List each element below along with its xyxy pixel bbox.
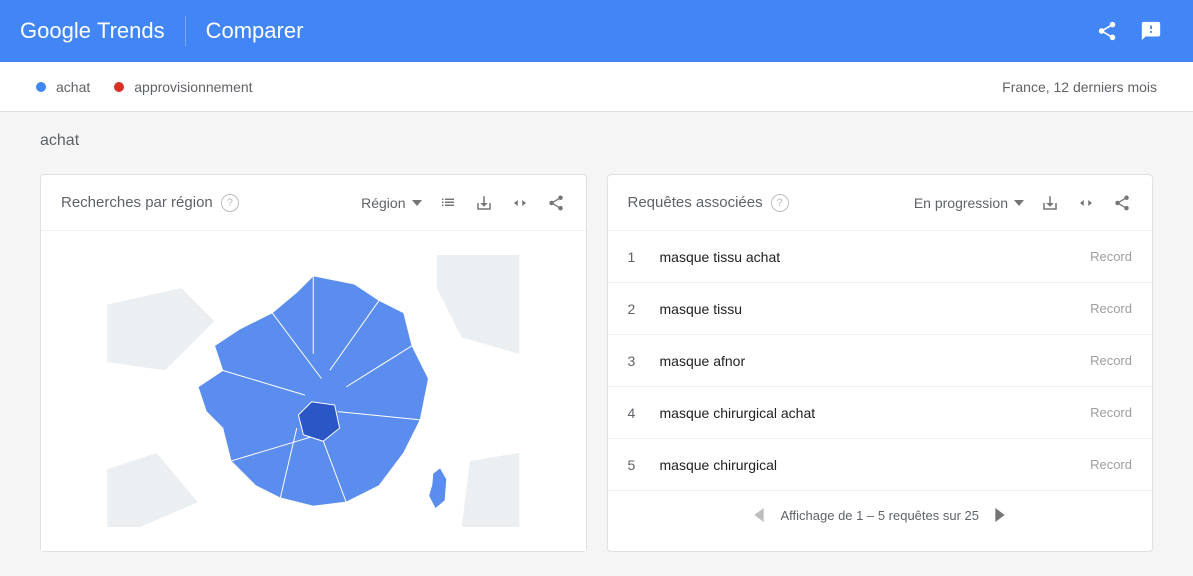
region-title-text: Recherches par région bbox=[61, 194, 213, 211]
prev-page-icon[interactable] bbox=[754, 508, 764, 522]
download-icon[interactable] bbox=[1040, 193, 1060, 213]
query-rank: 2 bbox=[628, 301, 652, 317]
france-map[interactable] bbox=[41, 231, 586, 551]
query-value: Record bbox=[1090, 405, 1132, 420]
query-text: masque afnor bbox=[652, 353, 1091, 369]
query-text: masque tissu bbox=[652, 301, 1091, 317]
query-row[interactable]: 5 masque chirurgical Record bbox=[608, 439, 1153, 491]
logo[interactable]: Google Trends bbox=[20, 18, 165, 44]
embed-icon[interactable] bbox=[1076, 193, 1096, 213]
query-row[interactable]: 1 masque tissu achat Record bbox=[608, 231, 1153, 283]
legend-dot-blue bbox=[36, 82, 46, 92]
section-title: achat bbox=[0, 112, 1193, 158]
query-row[interactable]: 2 masque tissu Record bbox=[608, 283, 1153, 335]
query-rank: 5 bbox=[628, 457, 652, 473]
queries-dropdown[interactable]: En progression bbox=[914, 195, 1024, 211]
pagination: Affichage de 1 – 5 requêtes sur 25 bbox=[608, 491, 1153, 539]
share-icon[interactable] bbox=[1085, 9, 1129, 53]
legend-item-achat[interactable]: achat bbox=[36, 79, 90, 95]
page-title: Comparer bbox=[206, 18, 304, 44]
query-rank: 4 bbox=[628, 405, 652, 421]
query-value: Record bbox=[1090, 353, 1132, 368]
query-list: 1 masque tissu achat Record 2 masque tis… bbox=[608, 231, 1153, 491]
region-dropdown-label: Région bbox=[361, 195, 405, 211]
query-value: Record bbox=[1090, 249, 1132, 264]
queries-card-title: Requêtes associées ? bbox=[628, 194, 789, 212]
chevron-down-icon bbox=[412, 200, 422, 206]
chevron-down-icon bbox=[1014, 200, 1024, 206]
query-rank: 3 bbox=[628, 353, 652, 369]
query-value: Record bbox=[1090, 457, 1132, 472]
queries-card-header: Requêtes associées ? En progression bbox=[608, 175, 1153, 231]
next-page-icon[interactable] bbox=[995, 508, 1005, 522]
queries-dropdown-label: En progression bbox=[914, 195, 1008, 211]
download-icon[interactable] bbox=[474, 193, 494, 213]
app-header: Google Trends Comparer bbox=[0, 0, 1193, 62]
help-icon[interactable]: ? bbox=[771, 194, 789, 212]
compare-meta: France, 12 derniers mois bbox=[1002, 79, 1157, 95]
query-row[interactable]: 3 masque afnor Record bbox=[608, 335, 1153, 387]
embed-icon[interactable] bbox=[510, 193, 530, 213]
query-text: masque chirurgical achat bbox=[652, 405, 1091, 421]
compare-bar: achat approvisionnement France, 12 derni… bbox=[0, 62, 1193, 112]
query-rank: 1 bbox=[628, 249, 652, 265]
region-card-title: Recherches par région ? bbox=[61, 194, 239, 212]
queries-card: Requêtes associées ? En progression bbox=[607, 174, 1154, 552]
query-text: masque tissu achat bbox=[652, 249, 1091, 265]
query-row[interactable]: 4 masque chirurgical achat Record bbox=[608, 387, 1153, 439]
queries-title-text: Requêtes associées bbox=[628, 194, 763, 211]
query-text: masque chirurgical bbox=[652, 457, 1091, 473]
query-value: Record bbox=[1090, 301, 1132, 316]
help-icon[interactable]: ? bbox=[221, 194, 239, 212]
list-view-icon[interactable] bbox=[438, 193, 458, 213]
legend-label: approvisionnement bbox=[134, 79, 252, 95]
legend-dot-red bbox=[114, 82, 124, 92]
cards-row: Recherches par région ? Région bbox=[0, 158, 1193, 576]
share-icon[interactable] bbox=[546, 193, 566, 213]
feedback-icon[interactable] bbox=[1129, 9, 1173, 53]
pagination-text: Affichage de 1 – 5 requêtes sur 25 bbox=[780, 508, 979, 523]
region-card: Recherches par région ? Région bbox=[40, 174, 587, 552]
share-icon[interactable] bbox=[1112, 193, 1132, 213]
logo-google: Google bbox=[20, 18, 91, 44]
region-dropdown[interactable]: Région bbox=[361, 195, 421, 211]
legend-item-approvisionnement[interactable]: approvisionnement bbox=[114, 79, 252, 95]
region-card-header: Recherches par région ? Région bbox=[41, 175, 586, 231]
legend-label: achat bbox=[56, 79, 90, 95]
logo-trends: Trends bbox=[97, 18, 165, 44]
header-divider bbox=[185, 16, 186, 46]
